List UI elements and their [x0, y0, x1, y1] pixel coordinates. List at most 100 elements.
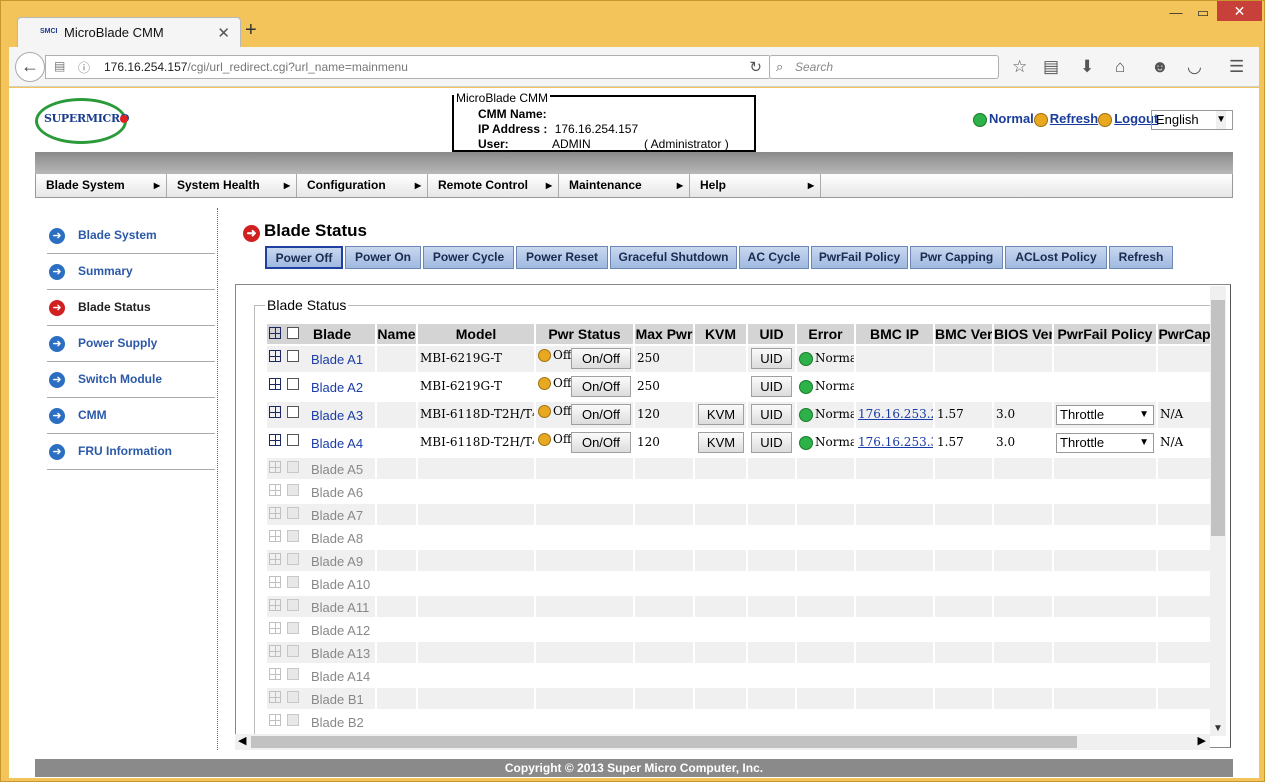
blade-checkbox[interactable] [287, 350, 299, 362]
power-on-button[interactable]: Power On [345, 246, 421, 269]
horizontal-scrollbar[interactable]: ◀ ▶ [235, 734, 1210, 750]
uid-button[interactable]: UID [751, 404, 792, 425]
search-input[interactable]: ⌕ Search [769, 55, 999, 79]
cmm-name-label: CMM Name: [478, 107, 547, 121]
col-blade: Blade [267, 324, 375, 344]
model-text: MBI-6219G-T [420, 351, 502, 365]
language-select[interactable]: English ▼ [1151, 110, 1233, 130]
scroll-thumb[interactable] [1211, 300, 1225, 536]
address-bar[interactable]: ▤ ⓘ 176.16.254.157/cgi/url_redirect.cgi?… [45, 55, 771, 79]
table-cell [635, 619, 695, 640]
sidebar-item-summary[interactable]: ➜ Summary [47, 254, 215, 290]
expand-icon[interactable] [269, 434, 281, 446]
table-cell [1054, 550, 1158, 571]
blade-checkbox [287, 530, 299, 542]
blade-link[interactable]: Blade A1 [311, 352, 363, 367]
expand-icon[interactable] [269, 350, 281, 362]
sidebar-item-blade-status[interactable]: ➜ Blade Status [47, 290, 215, 326]
pwrfail-policy-button[interactable]: PwrFail Policy [811, 246, 908, 269]
on-off-button[interactable]: On/Off [571, 348, 631, 369]
table-row: Blade A11 [267, 596, 1213, 617]
close-tab-icon[interactable]: ✕ [217, 24, 230, 42]
pwrfail-policy-select[interactable]: Throttle ▼ [1056, 405, 1154, 425]
table-cell [377, 550, 418, 571]
ac-cycle-button[interactable]: AC Cycle [739, 246, 809, 269]
table-row: Blade A5 [267, 458, 1213, 479]
menu-remote-control[interactable]: Remote Control ▶ [428, 174, 559, 197]
table-cell [935, 665, 994, 686]
bookmark-star-icon[interactable]: ☆ [1012, 57, 1027, 77]
table-row: Blade B2 [267, 711, 1213, 732]
sidebar-item-power-supply[interactable]: ➜ Power Supply [47, 326, 215, 362]
menu-configuration[interactable]: Configuration ▶ [297, 174, 428, 197]
info-icon[interactable]: ⓘ [78, 59, 90, 76]
reading-list-icon[interactable]: ▤ [1043, 57, 1059, 77]
table-cell [377, 688, 418, 709]
menu-help[interactable]: Help ▶ [690, 174, 821, 197]
on-off-button[interactable]: On/Off [571, 404, 631, 425]
table-cell: Blade A10 [267, 573, 377, 594]
hamburger-menu-icon[interactable]: ☰ [1229, 57, 1244, 77]
table-cell [536, 619, 635, 640]
pwr-capping-button[interactable]: Pwr Capping [910, 246, 1003, 269]
blade-checkbox[interactable] [287, 434, 299, 446]
chevron-left-icon[interactable]: ◀ [238, 734, 246, 747]
reload-icon[interactable]: ↻ [749, 58, 762, 76]
download-icon[interactable]: ⬇ [1080, 57, 1094, 77]
table-cell [695, 458, 748, 479]
refresh-button[interactable]: Refresh [1109, 246, 1173, 269]
home-icon[interactable]: ⌂ [1115, 57, 1125, 77]
on-off-button[interactable]: On/Off [571, 376, 631, 397]
aclost-policy-button[interactable]: ACLost Policy [1005, 246, 1107, 269]
expand-icon [269, 714, 281, 726]
scroll-thumb[interactable] [251, 736, 1077, 748]
kvm-button[interactable]: KVM [698, 404, 744, 425]
graceful-shutdown-button[interactable]: Graceful Shutdown [610, 246, 737, 269]
menu-system-health[interactable]: System Health ▶ [167, 174, 297, 197]
expand-icon[interactable] [269, 406, 281, 418]
bmc-ip-link[interactable]: 176.16.253.3 [858, 435, 933, 449]
table-cell [856, 665, 935, 686]
pwrfail-policy-select[interactable]: Throttle ▼ [1056, 433, 1154, 453]
uid-button[interactable]: UID [751, 376, 792, 397]
blade-link[interactable]: Blade A4 [311, 436, 363, 451]
bmc-ip-link[interactable]: 176.16.253.251 [858, 407, 933, 421]
expand-icon [269, 645, 281, 657]
expand-icon [269, 668, 281, 680]
new-tab-icon[interactable]: + [245, 19, 257, 42]
select-all-checkbox[interactable] [287, 327, 299, 339]
on-off-button[interactable]: On/Off [571, 432, 631, 453]
page-title: ➜ Blade Status [243, 221, 367, 242]
menu-blade-system[interactable]: Blade System ▶ [36, 174, 167, 197]
table-cell [536, 550, 635, 571]
sidebar-item-cmm[interactable]: ➜ CMM [47, 398, 215, 434]
power-cycle-button[interactable]: Power Cycle [423, 246, 514, 269]
expand-icon[interactable] [269, 378, 281, 390]
sidebar-item-blade-system[interactable]: ➜ Blade System [47, 218, 215, 254]
blade-label: Blade A14 [311, 669, 371, 684]
smiley-icon[interactable]: ☻ [1151, 57, 1169, 77]
sidebar-item-fru-information[interactable]: ➜ FRU Information [47, 434, 215, 470]
uid-button[interactable]: UID [751, 432, 792, 453]
sidebar-item-switch-module[interactable]: ➜ Switch Module [47, 362, 215, 398]
uid-button[interactable]: UID [751, 348, 792, 369]
blade-checkbox[interactable] [287, 406, 299, 418]
expand-all-icon[interactable] [269, 327, 281, 339]
blade-checkbox[interactable] [287, 378, 299, 390]
chevron-down-icon[interactable]: ▼ [1213, 723, 1223, 734]
kvm-button[interactable]: KVM [698, 432, 744, 453]
power-reset-button[interactable]: Power Reset [516, 246, 608, 269]
blade-label: Blade A13 [311, 646, 371, 661]
table-cell [635, 550, 695, 571]
blade-link[interactable]: Blade A2 [311, 380, 363, 395]
vertical-scrollbar[interactable]: ▼ [1210, 286, 1226, 736]
table-cell [935, 596, 994, 617]
chevron-right-icon[interactable]: ▶ [1198, 734, 1206, 747]
refresh-link[interactable]: Refresh [1050, 111, 1098, 126]
power-off-button[interactable]: Power Off [265, 246, 343, 269]
blade-link[interactable]: Blade A3 [311, 408, 363, 423]
pocket-icon[interactable]: ◡ [1187, 57, 1202, 77]
browser-tab[interactable]: SMCI MicroBlade CMM ✕ [17, 17, 241, 47]
menu-maintenance[interactable]: Maintenance ▶ [559, 174, 690, 197]
back-button[interactable]: ← [15, 52, 45, 82]
